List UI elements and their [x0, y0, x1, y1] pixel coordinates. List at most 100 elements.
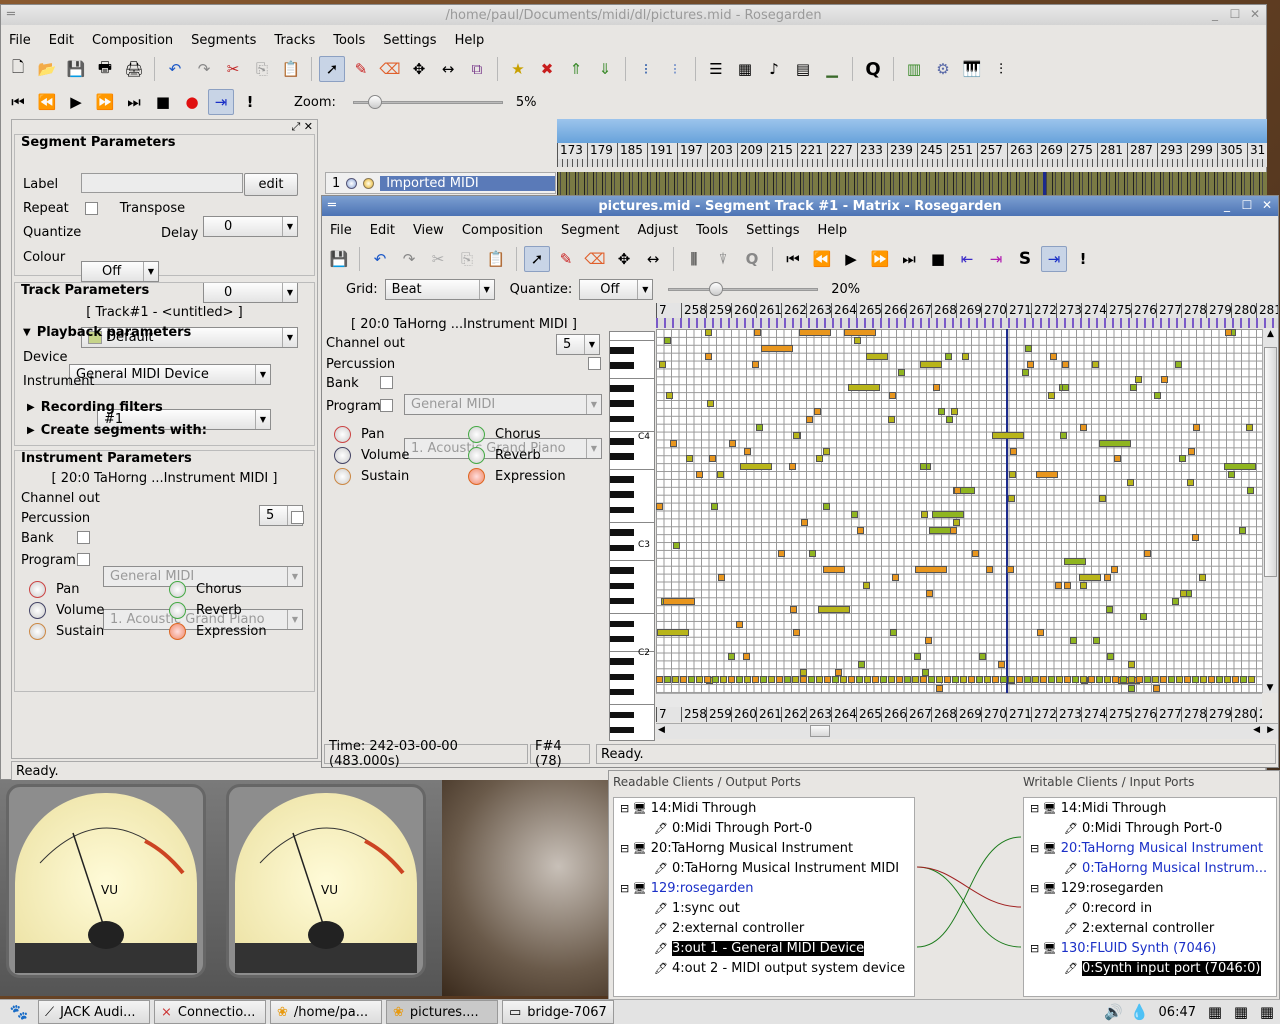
note-event[interactable]: [1127, 479, 1134, 487]
note-event[interactable]: [1225, 329, 1232, 336]
midi-mixer-icon[interactable]: ⫶: [988, 56, 1014, 82]
note-event[interactable]: [1096, 676, 1103, 683]
pan-knob-row[interactable]: Pan: [29, 581, 79, 598]
volume-knob-row[interactable]: Volume: [29, 602, 104, 619]
note-event[interactable]: [932, 510, 964, 518]
note-event[interactable]: [944, 676, 951, 683]
delete-track-icon[interactable]: ✖: [534, 56, 560, 82]
matrix-loop-ruler[interactable]: [656, 318, 1278, 328]
record-icon[interactable]: ●: [179, 89, 205, 115]
note-event[interactable]: [752, 676, 759, 683]
matrix-menu-tools[interactable]: Tools: [688, 223, 738, 238]
note-event[interactable]: [663, 597, 695, 605]
note-event[interactable]: [1106, 605, 1113, 613]
note-event[interactable]: [1064, 558, 1086, 566]
new-file-icon[interactable]: 🗋: [5, 56, 31, 82]
label-field[interactable]: [81, 173, 243, 193]
note-event[interactable]: [951, 408, 958, 415]
note-event[interactable]: [814, 408, 821, 415]
play-icon[interactable]: ▶: [838, 246, 864, 272]
note-event[interactable]: [717, 471, 724, 479]
quantize-icon[interactable]: Q: [739, 246, 765, 272]
note-event[interactable]: [793, 629, 800, 637]
piano-black-key[interactable]: [610, 362, 634, 369]
menu-tools[interactable]: Tools: [325, 33, 375, 48]
note-event[interactable]: [1208, 676, 1215, 683]
note-event[interactable]: [709, 455, 716, 463]
note-event[interactable]: [1154, 392, 1161, 400]
piano-black-key[interactable]: [610, 476, 634, 483]
note-event[interactable]: [1120, 676, 1127, 683]
cut-icon[interactable]: ✂: [425, 246, 451, 272]
note-event[interactable]: [809, 550, 816, 558]
workspace3-icon[interactable]: ▦: [1254, 999, 1280, 1024]
note-event[interactable]: [672, 676, 679, 683]
redo-icon[interactable]: ↷: [396, 246, 422, 272]
note-event[interactable]: [1092, 360, 1099, 368]
note-event[interactable]: [1161, 376, 1168, 384]
matrix-pan-row[interactable]: Pan: [334, 426, 384, 443]
draw-tool-icon[interactable]: ✎: [553, 246, 579, 272]
piano-black-key[interactable]: [610, 582, 634, 590]
note-event[interactable]: [1128, 684, 1135, 692]
note-event[interactable]: [1152, 676, 1159, 683]
note-event[interactable]: [824, 676, 831, 683]
draw-tool-icon[interactable]: ✎: [348, 56, 374, 82]
matrix-vertical-scrollbar[interactable]: ▲ ▼: [1262, 329, 1278, 693]
scroll-right-icon[interactable]: ▶: [1267, 725, 1274, 735]
note-event[interactable]: [851, 510, 858, 518]
piano-black-key[interactable]: [610, 673, 634, 681]
note-event[interactable]: [1008, 676, 1015, 683]
quantize-icon[interactable]: Q: [860, 56, 886, 82]
note-event[interactable]: [680, 676, 687, 683]
piano-black-key[interactable]: [610, 506, 634, 514]
note-event[interactable]: [705, 329, 712, 336]
note-event[interactable]: [744, 676, 751, 683]
note-event[interactable]: [793, 431, 800, 439]
note-event[interactable]: [992, 431, 1024, 439]
note-event[interactable]: [1048, 676, 1055, 683]
note-event[interactable]: [823, 447, 830, 455]
note-event[interactable]: [778, 550, 785, 558]
note-event[interactable]: [823, 502, 830, 510]
menu-segments[interactable]: Segments: [183, 33, 266, 48]
note-event[interactable]: [736, 676, 743, 683]
matrix-percussion-checkbox[interactable]: [588, 357, 601, 370]
port-item[interactable]: ⊟ 🖥 130:FLUID Synth (7046): [1024, 938, 1276, 958]
task-jack[interactable]: ⟋ JACK Audi...: [38, 1000, 150, 1024]
matrix-expression-row[interactable]: Expression: [468, 468, 566, 485]
paste-icon[interactable]: 📋: [278, 56, 304, 82]
task-home[interactable]: ❀ /home/pa...: [270, 1000, 382, 1024]
unmute-icon[interactable]: ⁝: [662, 56, 688, 82]
note-event[interactable]: [1079, 573, 1101, 581]
note-event[interactable]: [926, 589, 933, 597]
undo-icon[interactable]: ↶: [367, 246, 393, 272]
matrix-menu-edit[interactable]: Edit: [362, 223, 405, 238]
transpose-combo[interactable]: 0 ▼: [203, 216, 298, 237]
note-event[interactable]: [1153, 684, 1160, 692]
note-event[interactable]: [1246, 423, 1253, 431]
note-event[interactable]: [863, 581, 870, 589]
note-event[interactable]: [972, 550, 979, 558]
note-event[interactable]: [666, 392, 673, 400]
note-event[interactable]: [664, 676, 671, 683]
note-event[interactable]: [718, 573, 725, 581]
window-menu-icon[interactable]: ═: [328, 198, 336, 213]
note-event[interactable]: [1128, 660, 1135, 668]
note-event[interactable]: [1000, 676, 1007, 683]
note-event[interactable]: [929, 526, 951, 534]
note-event[interactable]: [1055, 581, 1062, 589]
piano-black-key[interactable]: [610, 400, 634, 407]
port-item[interactable]: 🖊 0:record in: [1024, 898, 1276, 918]
note-event[interactable]: [992, 676, 999, 683]
note-event[interactable]: [1240, 676, 1247, 683]
note-event[interactable]: [857, 526, 864, 534]
save-icon[interactable]: 💾: [63, 56, 89, 82]
mute-led-icon[interactable]: [346, 177, 358, 189]
note-event[interactable]: [1144, 676, 1151, 683]
split-tool-icon[interactable]: ⧉: [464, 56, 490, 82]
move-track-down-icon[interactable]: ⇓: [592, 56, 618, 82]
note-event[interactable]: [1135, 376, 1142, 384]
piano-black-key[interactable]: [610, 567, 634, 574]
piano-black-key[interactable]: [610, 491, 634, 499]
